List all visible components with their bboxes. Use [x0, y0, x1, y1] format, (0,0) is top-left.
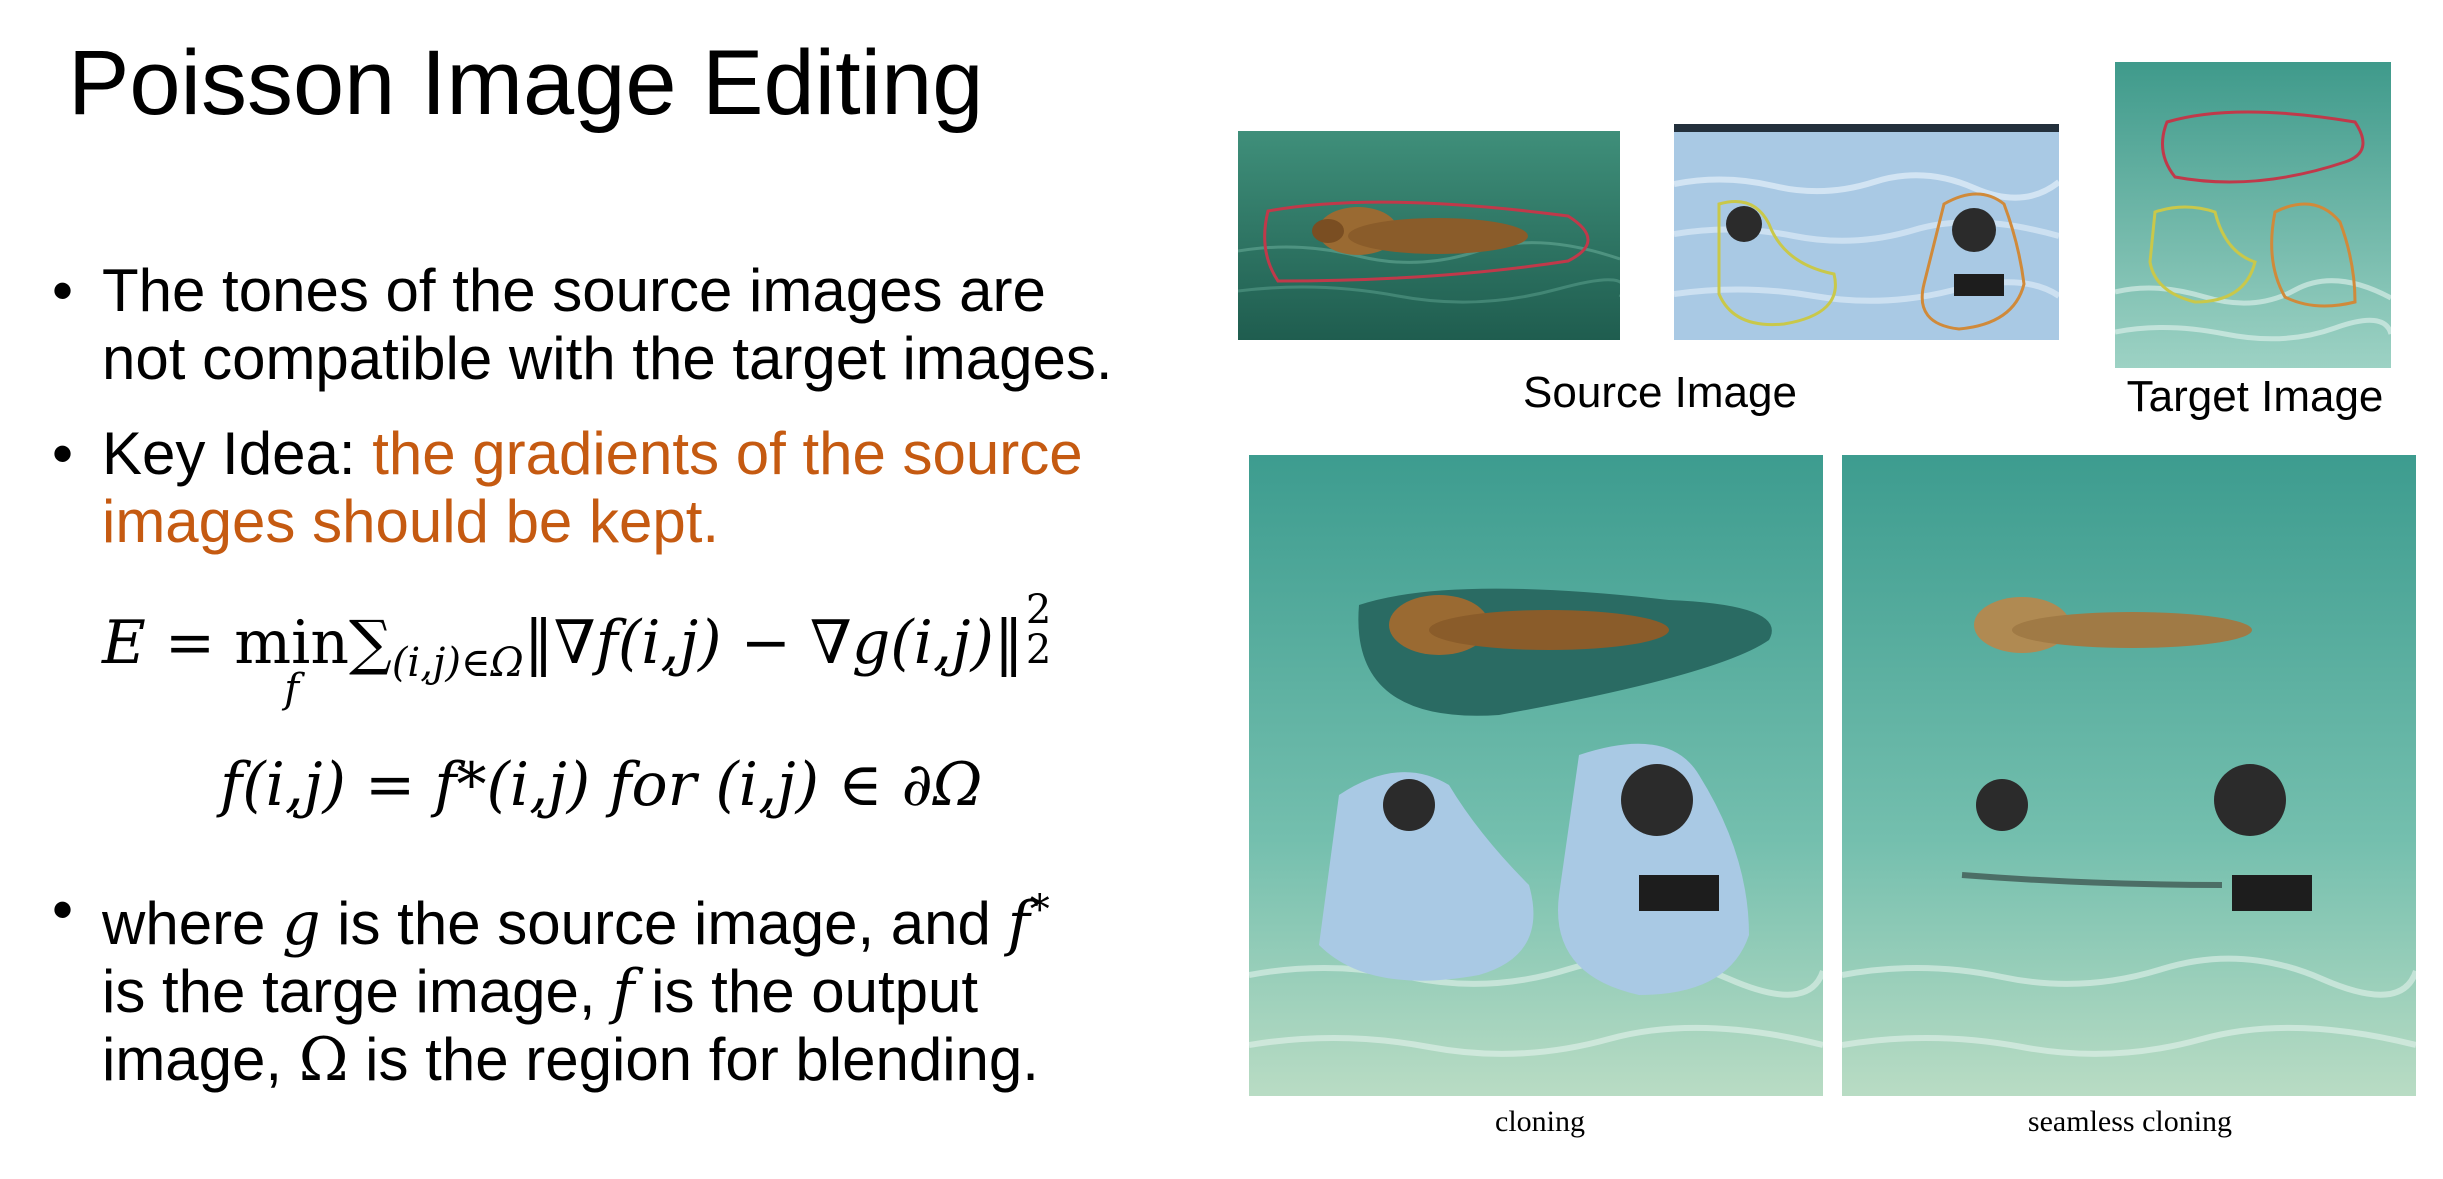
caption-seamless-cloning: seamless cloning — [2027, 1105, 2233, 1138]
seamless-cloning-photo — [1842, 455, 2416, 1096]
text-run: is the region for blending. — [348, 1026, 1039, 1093]
slide-title: Poisson Image Editing — [68, 32, 984, 134]
eq-min: min f — [234, 608, 349, 712]
key-idea-label: Key Idea: — [102, 420, 373, 487]
caption-source: Source Image — [1523, 368, 1797, 417]
bullet-line: The tones of the source images are — [102, 257, 1046, 324]
bullet-line: where g is the source image, and f* — [102, 876, 1050, 958]
eq-norm-indices: 22 — [1024, 587, 1052, 673]
symbol-f: f — [612, 957, 635, 1027]
slide: Poisson Image Editing • The tones of the… — [0, 0, 2443, 1179]
bullet-dot: • — [52, 420, 74, 487]
caption-target: Target Image — [2126, 372, 2384, 421]
text-run: is the targe image, — [102, 958, 613, 1025]
symbol-f: f — [1007, 889, 1030, 959]
eq-lhs: E — [102, 608, 146, 678]
symbol-star: * — [1029, 887, 1050, 933]
bullet-text: Key Idea: the gradients of the source im… — [102, 420, 1083, 556]
bullet-line: Key Idea: the gradients of the source — [102, 420, 1083, 488]
cloning-photo — [1249, 455, 1823, 1096]
eq-sum: ∑ — [348, 608, 392, 678]
text-run: image, — [102, 1026, 299, 1093]
eq-min-sub: f — [284, 666, 299, 712]
energy-equation: E = min f ∑(i,j)∈Ω‖∇f(i,j) − ∇g(i,j)‖ 2 2 — [102, 587, 1052, 712]
bullet-dot: • — [52, 257, 74, 324]
text-run: is the output — [634, 958, 979, 1025]
bullet-text: where g is the source image, and f* is t… — [102, 876, 1050, 1094]
bear-photo — [1238, 131, 1620, 340]
bullet-line: is the targe image, f is the output — [102, 958, 1050, 1026]
bullet-line: not compatible with the target images. — [102, 325, 1113, 392]
symbol-omega: Ω — [298, 1025, 349, 1095]
bullet-text: The tones of the source images are not c… — [102, 257, 1113, 393]
bullet-dot: • — [52, 876, 74, 943]
key-idea-accent-line2: images should be kept. — [102, 488, 720, 555]
eq-norm: ‖∇f(i,j) − ∇g(i,j)‖ — [523, 608, 1024, 678]
eq-sub: 2 — [1025, 627, 1052, 673]
symbol-g: g — [282, 889, 321, 959]
eq-sum-sub: (i,j)∈Ω — [391, 640, 524, 686]
text-run: is the source image, and — [320, 890, 1008, 957]
caption-cloning: cloning — [1495, 1105, 1585, 1138]
text-run: where — [102, 890, 283, 957]
bullet-line: image, Ω is the region for blending. — [102, 1026, 1050, 1094]
target-photo — [2115, 62, 2391, 368]
boundary-equation: f(i,j) = f*(i,j) for (i,j) ∈ ∂Ω — [220, 750, 983, 820]
pool-photo — [1674, 124, 2059, 340]
eq-equals: = — [145, 608, 235, 678]
key-idea-accent: the gradients of the source — [372, 420, 1083, 487]
